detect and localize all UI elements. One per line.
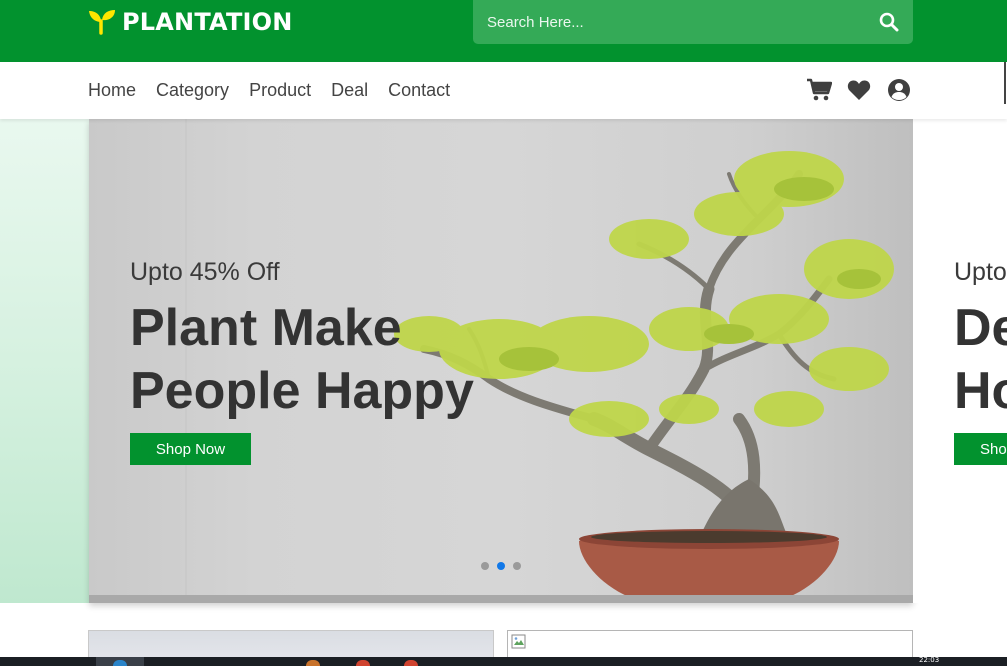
user-circle-icon[interactable] bbox=[886, 78, 912, 102]
slide-title-line2: People Happy bbox=[130, 362, 474, 420]
search-icon[interactable] bbox=[879, 12, 899, 32]
carousel-dot-3[interactable] bbox=[513, 562, 521, 570]
taskbar-app-icon[interactable] bbox=[113, 660, 127, 666]
taskbar-app-icon[interactable] bbox=[356, 660, 370, 666]
heart-icon[interactable] bbox=[846, 78, 872, 102]
taskbar-app-icon[interactable] bbox=[306, 660, 320, 666]
logo[interactable]: PLANTATION bbox=[88, 6, 293, 38]
slide-floor bbox=[89, 595, 913, 603]
nav-home[interactable]: Home bbox=[88, 80, 136, 101]
shop-now-button[interactable]: Shop Now bbox=[130, 433, 251, 465]
next-slide-title-line1: De bbox=[954, 299, 1007, 357]
next-slide-subtitle: Upto bbox=[954, 258, 1007, 286]
nav-contact[interactable]: Contact bbox=[388, 80, 450, 101]
sprout-icon bbox=[88, 9, 116, 35]
nav-deal[interactable]: Deal bbox=[331, 80, 368, 101]
os-taskbar: 22:03 bbox=[0, 656, 1007, 666]
nav-icon-group bbox=[806, 78, 912, 102]
slide-title-line1: Plant Make bbox=[130, 299, 402, 357]
window-edge bbox=[1004, 62, 1006, 104]
carousel-dot-2[interactable] bbox=[497, 562, 505, 570]
next-slide-title-line2: Ho bbox=[954, 362, 1007, 420]
taskbar-clock: 22:03 bbox=[919, 656, 940, 664]
search-bar bbox=[473, 0, 913, 44]
hero-slide-active: Upto 45% Off Plant Make People Happy Sho… bbox=[89, 119, 913, 603]
next-slide-button[interactable]: Sho bbox=[954, 433, 1007, 465]
broken-image-icon bbox=[511, 634, 526, 649]
next-slide-title: De Ho bbox=[954, 297, 1007, 423]
slide-title: Plant Make People Happy bbox=[130, 297, 474, 423]
top-header: PLANTATION bbox=[0, 0, 1007, 62]
hero-slide-next: Upto De Ho Sho bbox=[913, 119, 1007, 603]
carousel-indicators bbox=[481, 562, 521, 570]
main-nav: Home Category Product Deal Contact bbox=[0, 62, 1007, 119]
search-input[interactable] bbox=[473, 0, 863, 44]
nav-product[interactable]: Product bbox=[249, 80, 311, 101]
logo-text: PLANTATION bbox=[122, 8, 293, 36]
nav-category[interactable]: Category bbox=[156, 80, 229, 101]
cart-icon[interactable] bbox=[806, 78, 832, 102]
carousel-dot-1[interactable] bbox=[481, 562, 489, 570]
nav-links: Home Category Product Deal Contact bbox=[88, 80, 450, 101]
hero-backdrop-left bbox=[0, 119, 89, 603]
slide-subtitle: Upto 45% Off bbox=[130, 258, 280, 286]
taskbar-app-icon[interactable] bbox=[404, 660, 418, 666]
